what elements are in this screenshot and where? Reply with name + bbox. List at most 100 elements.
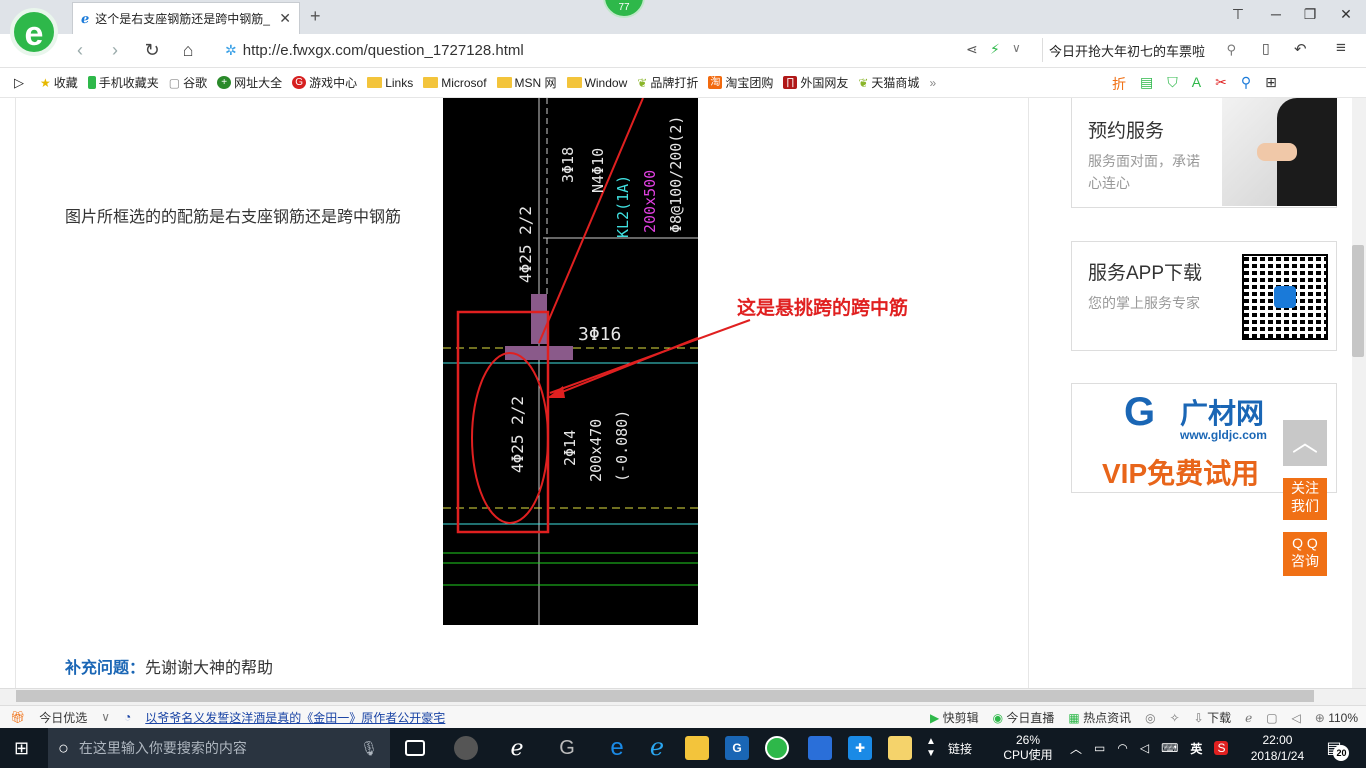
speed-icon[interactable]: ◎ bbox=[1145, 711, 1155, 725]
zoom-level[interactable]: ⊕ 110% bbox=[1315, 711, 1358, 725]
bookmark-item[interactable]: ∏ 外国网友 bbox=[783, 74, 848, 91]
close-icon[interactable]: ✕ bbox=[279, 10, 291, 27]
bookmark-item[interactable]: Microsof bbox=[423, 76, 487, 90]
shirt-icon[interactable]: ⊤ bbox=[1228, 6, 1248, 23]
scroll-arrows-icon[interactable]: ▲ ▼ bbox=[926, 736, 936, 760]
minimize-icon[interactable]: ─ bbox=[1266, 6, 1286, 22]
app-download-card[interactable]: 服务APP下载 您的掌上服务专家 bbox=[1071, 241, 1337, 351]
share-icon[interactable]: ⋖ bbox=[966, 41, 978, 58]
browser-logo-icon[interactable]: e bbox=[10, 8, 58, 56]
shield-icon[interactable]: ⛉ bbox=[1167, 74, 1178, 94]
cad-label: (-0.080) bbox=[613, 410, 631, 482]
chevron-down-icon[interactable]: ∨ bbox=[1012, 41, 1021, 55]
selection-box bbox=[456, 310, 550, 534]
show-hidden-icon[interactable]: ︿ bbox=[1070, 740, 1082, 757]
bookmark-item[interactable]: ❦ 天猫商城 bbox=[858, 74, 919, 91]
translate-icon[interactable]: A bbox=[1192, 74, 1201, 94]
keyboard-icon[interactable]: ⌨ bbox=[1161, 741, 1178, 755]
battery-icon[interactable]: ▭ bbox=[1094, 741, 1105, 755]
sogou-icon[interactable]: S bbox=[1214, 741, 1229, 755]
guanglian-app-icon[interactable]: G bbox=[725, 736, 749, 760]
window-icon[interactable]: ▢ bbox=[1266, 711, 1277, 725]
file-explorer-icon[interactable] bbox=[685, 736, 709, 760]
vertical-scroll-thumb[interactable] bbox=[1352, 245, 1364, 357]
calendar-app-icon[interactable] bbox=[808, 736, 832, 760]
vertical-scrollbar[interactable] bbox=[1352, 98, 1366, 688]
undo-icon[interactable]: ↶ bbox=[1294, 40, 1307, 58]
close-window-icon[interactable]: ✕ bbox=[1336, 6, 1356, 23]
ime-indicator[interactable]: 英 bbox=[1190, 740, 1202, 757]
lightning-icon[interactable]: ⚡ bbox=[990, 41, 1000, 58]
cpu-meter[interactable]: 26% CPU使用 bbox=[998, 733, 1058, 763]
volume-icon[interactable]: ◁ bbox=[1292, 711, 1301, 725]
tools-icon[interactable]: ✧ bbox=[1170, 711, 1180, 725]
book-icon[interactable]: ▤ bbox=[1140, 74, 1153, 94]
sidebar-toggle-icon[interactable]: ▷ bbox=[14, 75, 24, 91]
back-icon[interactable]: ‹ bbox=[68, 40, 92, 61]
g-app-icon[interactable]: G bbox=[555, 736, 579, 760]
folder-icon bbox=[496, 77, 512, 88]
menu-icon[interactable]: ≡ bbox=[1336, 38, 1346, 58]
download-icon: ⇩ bbox=[1193, 711, 1204, 725]
windows-start-icon[interactable]: ⊞ bbox=[14, 738, 29, 759]
home-icon[interactable]: ⌂ bbox=[176, 40, 200, 61]
search-input[interactable]: 今日开抢大年初七的车票啦 ⚲ bbox=[1042, 38, 1242, 62]
task-view-icon[interactable] bbox=[405, 740, 425, 756]
bookmark-item[interactable]: 手机收藏夹 bbox=[87, 74, 159, 91]
address-bar[interactable]: ✲ http://e.fwxgx.com/question_1727128.ht… bbox=[225, 38, 1025, 62]
links-toolbar[interactable]: 链接 bbox=[948, 740, 972, 757]
internet-explorer-icon[interactable]: ℯ bbox=[645, 736, 669, 760]
clock[interactable]: 22:00 2018/1/24 bbox=[1240, 732, 1314, 764]
back-to-top-icon[interactable]: ︿ bbox=[1283, 420, 1327, 466]
kuaijian-link[interactable]: ▶ 快剪辑 bbox=[930, 709, 979, 726]
phone-icon[interactable]: ▯ bbox=[1262, 40, 1270, 57]
horizontal-scroll-thumb[interactable] bbox=[16, 690, 1314, 702]
magnifier-icon[interactable]: ⚲ bbox=[1241, 74, 1251, 94]
speaker-icon[interactable]: ◁ bbox=[1140, 741, 1149, 755]
game-icon: G bbox=[292, 76, 307, 89]
ie-mode-icon[interactable]: ℯ bbox=[1245, 711, 1252, 725]
cpu-label: CPU使用 bbox=[1003, 748, 1053, 762]
scissors-icon[interactable]: ✂ bbox=[1215, 74, 1227, 94]
browser-active-icon[interactable] bbox=[765, 736, 789, 760]
microphone-icon[interactable]: 🎙︎ bbox=[360, 740, 378, 757]
refresh-icon[interactable]: ↻ bbox=[140, 40, 164, 61]
live-link[interactable]: ◉ 今日直播 bbox=[993, 709, 1055, 726]
globe-icon: ✲ bbox=[225, 41, 237, 58]
edge-icon[interactable]: e bbox=[605, 736, 629, 760]
annotation-arrow bbox=[549, 319, 751, 394]
app-fan-icon[interactable] bbox=[454, 736, 478, 760]
bookmark-item[interactable]: MSN 网 bbox=[496, 74, 557, 91]
bookmark-item[interactable]: ▢ 谷歌 bbox=[169, 74, 207, 91]
maximize-icon[interactable]: ❐ bbox=[1300, 6, 1320, 23]
tab-active[interactable]: ℯ 这个是右支座钢筋还是跨中钢筋_ ✕ bbox=[72, 2, 300, 34]
status-left[interactable]: 今日优选 bbox=[39, 709, 87, 726]
ie-green-icon[interactable]: ℯ bbox=[505, 736, 529, 760]
bookmark-item[interactable]: ★ 收藏 bbox=[40, 74, 78, 91]
search-icon[interactable]: ⚲ bbox=[1226, 42, 1236, 58]
apps-icon[interactable]: ⊞ bbox=[1265, 74, 1277, 94]
appointment-card[interactable]: 预约服务 服务面对面，承诺心连心 bbox=[1071, 98, 1337, 208]
action-center-icon[interactable]: ▤20 bbox=[1326, 738, 1350, 761]
chevron-down-icon[interactable]: ∨ bbox=[101, 710, 110, 724]
hot-news-link[interactable]: ▦ 热点资讯 bbox=[1068, 709, 1131, 726]
notes-app-icon[interactable] bbox=[888, 736, 912, 760]
news-link[interactable]: 以爷爷名义发誓这洋酒是真的《金田一》原作者公开豪宅 bbox=[145, 709, 445, 726]
feiqiu-icon[interactable]: ✚ bbox=[848, 736, 872, 760]
follow-us-button[interactable]: 关注我们 bbox=[1283, 478, 1327, 520]
qq-consult-button[interactable]: Q Q 咨询 bbox=[1283, 532, 1327, 576]
new-tab-button[interactable]: + bbox=[310, 6, 321, 27]
bookmark-item[interactable]: G 游戏中心 bbox=[292, 74, 357, 91]
more-bookmarks-icon[interactable]: » bbox=[929, 76, 936, 90]
discount-icon[interactable]: 折 bbox=[1112, 74, 1126, 94]
bookmark-item[interactable]: Links bbox=[367, 76, 413, 90]
bookmark-item[interactable]: + 网址大全 bbox=[217, 74, 282, 91]
wifi-icon[interactable]: ◠ bbox=[1117, 741, 1127, 755]
taskbar-search-placeholder: 在这里输入你要搜索的内容 bbox=[78, 740, 247, 756]
forward-icon[interactable]: › bbox=[103, 40, 127, 61]
download-link[interactable]: ⇩ 下载 bbox=[1194, 709, 1231, 726]
bookmark-item[interactable]: 淘淘宝团购 bbox=[708, 74, 773, 91]
bookmark-item[interactable]: Window bbox=[566, 76, 627, 90]
bookmark-item[interactable]: ❦ 品牌打折 bbox=[637, 74, 698, 91]
taskbar-search-input[interactable]: ○ 在这里输入你要搜索的内容 🎙︎ bbox=[48, 728, 390, 768]
